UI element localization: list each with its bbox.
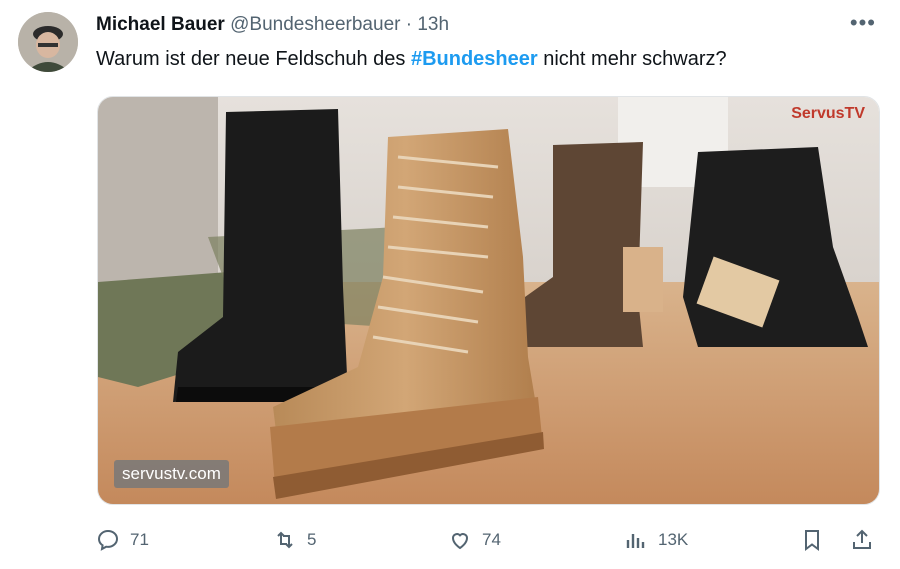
author-handle[interactable]: @Bundesheerbauer <box>230 14 400 35</box>
boots-photo <box>98 97 879 504</box>
bookmark-icon <box>805 530 819 551</box>
avatar[interactable] <box>18 12 78 72</box>
reply-button[interactable]: 71 <box>96 525 149 555</box>
reply-count: 71 <box>130 530 149 549</box>
servustv-logo: ServusTV <box>791 105 865 122</box>
views-icon <box>626 534 645 548</box>
views-button[interactable]: 13K <box>624 525 688 555</box>
repost-count: 5 <box>307 530 317 549</box>
bookmark-button[interactable] <box>800 525 824 555</box>
repost-icon <box>277 531 293 549</box>
reply-icon <box>97 529 119 551</box>
share-button[interactable] <box>850 525 874 555</box>
share-icon <box>853 529 871 549</box>
tweet-text-after: nicht mehr schwarz? <box>537 48 727 70</box>
tweet-header: Michael Bauer @Bundesheerbauer · 13h <box>96 14 449 36</box>
more-icon[interactable]: ••• <box>850 10 876 36</box>
like-icon <box>451 533 469 550</box>
tweet[interactable]: Michael Bauer @Bundesheerbauer · 13h •••… <box>0 0 900 569</box>
tweet-text: Warum ist der neue Feldschuh des #Bundes… <box>96 48 727 71</box>
avatar-image <box>18 12 78 72</box>
repost-button[interactable]: 5 <box>273 525 316 555</box>
tweet-text-before: Warum ist der neue Feldschuh des <box>96 48 411 70</box>
separator-dot: · <box>405 14 413 35</box>
timestamp[interactable]: 13h <box>417 14 449 35</box>
hashtag-link[interactable]: #Bundesheer <box>411 48 538 70</box>
author-name[interactable]: Michael Bauer <box>96 14 225 35</box>
tweet-media[interactable]: ServusTV servustv.com <box>97 96 880 505</box>
media-watermark: servustv.com <box>114 460 229 488</box>
views-count: 13K <box>658 530 689 549</box>
like-count: 74 <box>482 530 501 549</box>
like-button[interactable]: 74 <box>448 525 501 555</box>
action-bar: 71 5 74 13K <box>0 525 900 555</box>
